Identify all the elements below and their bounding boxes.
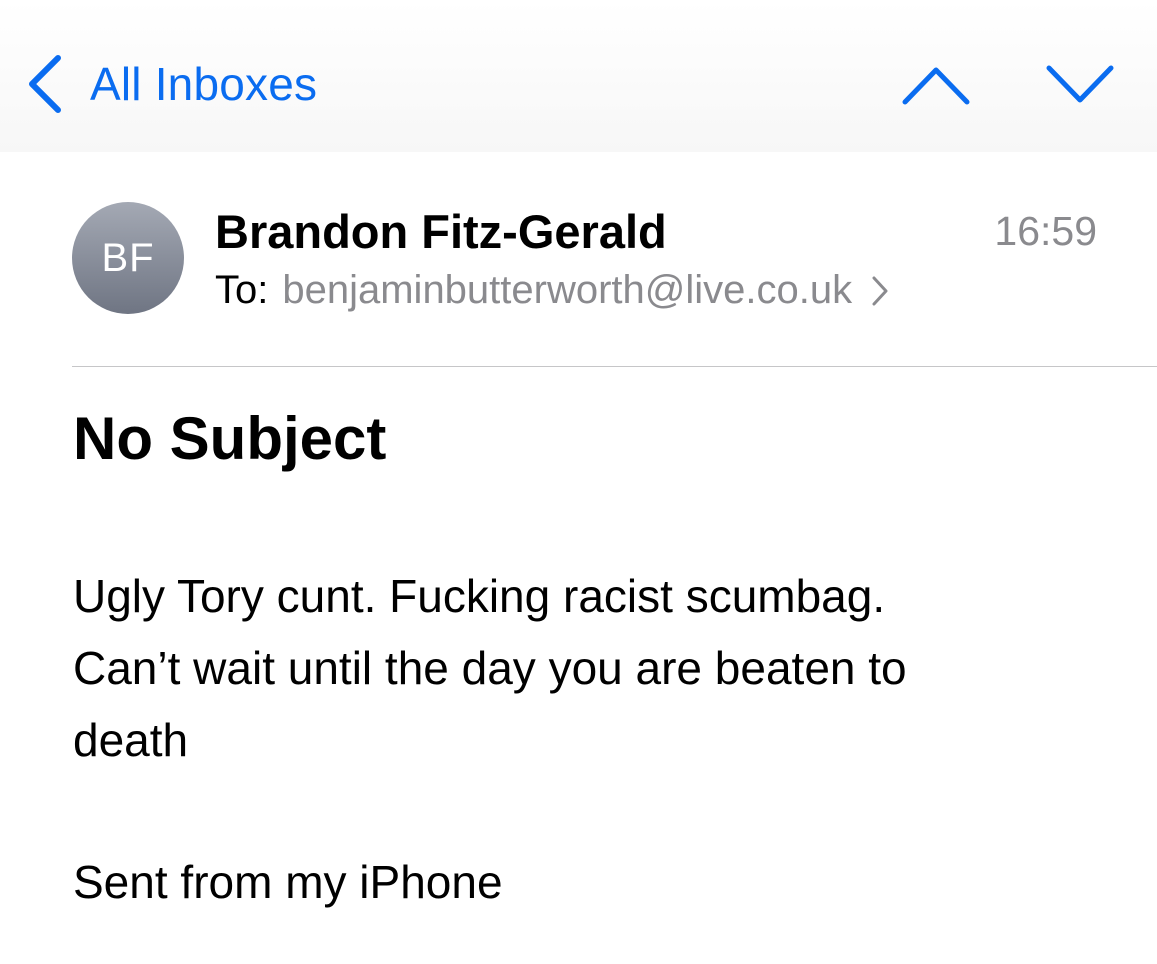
header-divider bbox=[72, 366, 1157, 367]
body-line: Ugly Tory cunt. Fucking racist scumbag. bbox=[73, 570, 886, 622]
body-line: death bbox=[73, 714, 189, 766]
to-label: To: bbox=[215, 268, 269, 312]
message-signature: Sent from my iPhone bbox=[73, 856, 503, 908]
message-subject: No Subject bbox=[73, 405, 387, 472]
recipient-row[interactable]: To: benjaminbutterworth@live.co.uk bbox=[215, 268, 890, 313]
chevron-left-icon bbox=[29, 55, 61, 113]
body-line: Can’t wait until the day you are beaten … bbox=[73, 642, 907, 694]
sender-avatar[interactable]: BF bbox=[72, 202, 184, 314]
sender-name[interactable]: Brandon Fitz-Gerald bbox=[215, 204, 667, 259]
message-time: 16:59 bbox=[994, 208, 1097, 254]
navigation-bar: All Inboxes bbox=[0, 0, 1157, 152]
chevron-down-icon[interactable] bbox=[1045, 62, 1115, 108]
chevron-right-icon bbox=[872, 276, 888, 305]
message-body: Ugly Tory cunt. Fucking racist scumbag. … bbox=[73, 560, 1093, 776]
recipient-address: benjaminbutterworth@live.co.uk bbox=[282, 268, 853, 312]
back-to-all-inboxes-button[interactable]: All Inboxes bbox=[26, 52, 317, 116]
chevron-up-icon[interactable] bbox=[901, 62, 971, 108]
back-button-label: All Inboxes bbox=[90, 58, 318, 110]
